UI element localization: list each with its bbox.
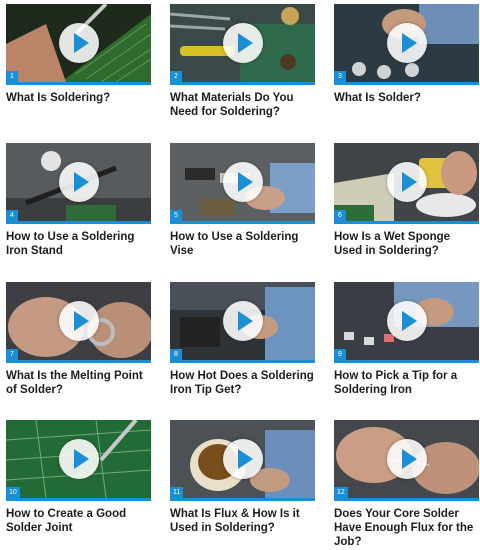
play-icon[interactable] <box>386 439 427 479</box>
video-card-4[interactable]: 4 How to Use a Soldering Iron Stand <box>6 143 151 273</box>
video-row: 1 What Is Soldering? 2 What Materials Do… <box>6 4 479 134</box>
video-number-badge: 12 <box>334 487 348 498</box>
video-number-badge: 1 <box>6 71 18 82</box>
video-card-12[interactable]: 12 Does Your Core Solder Have Enough Flu… <box>334 420 479 550</box>
video-title[interactable]: How Is a Wet Sponge Used in Soldering? <box>334 230 479 258</box>
play-icon[interactable] <box>386 162 427 202</box>
video-title[interactable]: What Is Flux & How Is it Used in Solderi… <box>170 507 315 535</box>
video-thumbnail[interactable]: 8 <box>170 282 315 363</box>
play-icon[interactable] <box>222 439 263 479</box>
video-thumbnail[interactable]: 10 <box>6 420 151 501</box>
video-thumbnail[interactable]: 6 <box>334 143 479 224</box>
video-thumbnail[interactable]: 3 <box>334 4 479 85</box>
video-thumbnail[interactable]: 1 <box>6 4 151 85</box>
video-title[interactable]: What Is Solder? <box>334 91 479 105</box>
video-title[interactable]: What Materials Do You Need for Soldering… <box>170 91 315 119</box>
video-number-badge: 6 <box>334 210 346 221</box>
video-card-2[interactable]: 2 What Materials Do You Need for Solderi… <box>170 4 315 134</box>
video-title[interactable]: What Is the Melting Point of Solder? <box>6 369 151 397</box>
video-number-badge: 10 <box>6 487 20 498</box>
video-card-9[interactable]: 9 How to Pick a Tip for a Soldering Iron <box>334 282 479 412</box>
video-card-5[interactable]: 5 How to Use a Soldering Vise <box>170 143 315 273</box>
video-row: 4 How to Use a Soldering Iron Stand 5 Ho… <box>6 143 479 273</box>
play-icon[interactable] <box>386 301 427 341</box>
play-icon[interactable] <box>58 439 99 479</box>
video-title[interactable]: How to Create a Good Solder Joint <box>6 507 151 535</box>
video-thumbnail[interactable]: 2 <box>170 4 315 85</box>
video-title[interactable]: What Is Soldering? <box>6 91 151 105</box>
play-icon[interactable] <box>386 23 427 63</box>
play-icon[interactable] <box>58 301 99 341</box>
video-card-3[interactable]: 3 What Is Solder? <box>334 4 479 134</box>
video-number-badge: 4 <box>6 210 18 221</box>
video-number-badge: 8 <box>170 349 182 360</box>
video-number-badge: 9 <box>334 349 346 360</box>
video-number-badge: 11 <box>170 487 184 498</box>
play-icon[interactable] <box>222 23 263 63</box>
video-thumbnail[interactable]: 11 <box>170 420 315 501</box>
video-number-badge: 3 <box>334 71 346 82</box>
video-number-badge: 7 <box>6 349 18 360</box>
play-icon[interactable] <box>222 162 263 202</box>
video-card-7[interactable]: 7 What Is the Melting Point of Solder? <box>6 282 151 412</box>
video-card-6[interactable]: 6 How Is a Wet Sponge Used in Soldering? <box>334 143 479 273</box>
video-card-11[interactable]: 11 What Is Flux & How Is it Used in Sold… <box>170 420 315 550</box>
video-row: 10 How to Create a Good Solder Joint 11 … <box>6 420 479 550</box>
play-icon[interactable] <box>58 23 99 63</box>
video-thumbnail[interactable]: 12 <box>334 420 479 501</box>
video-card-1[interactable]: 1 What Is Soldering? <box>6 4 151 134</box>
video-card-10[interactable]: 10 How to Create a Good Solder Joint <box>6 420 151 550</box>
video-card-8[interactable]: 8 How Hot Does a Soldering Iron Tip Get? <box>170 282 315 412</box>
video-thumbnail[interactable]: 5 <box>170 143 315 224</box>
video-title[interactable]: How Hot Does a Soldering Iron Tip Get? <box>170 369 315 397</box>
video-title[interactable]: How to Pick a Tip for a Soldering Iron <box>334 369 479 397</box>
play-icon[interactable] <box>58 162 99 202</box>
video-title[interactable]: Does Your Core Solder Have Enough Flux f… <box>334 507 479 549</box>
video-thumbnail[interactable]: 4 <box>6 143 151 224</box>
play-icon[interactable] <box>222 301 263 341</box>
video-thumbnail[interactable]: 7 <box>6 282 151 363</box>
video-title[interactable]: How to Use a Soldering Iron Stand <box>6 230 151 258</box>
video-row: 7 What Is the Melting Point of Solder? 8… <box>6 282 479 412</box>
video-number-badge: 2 <box>170 71 182 82</box>
video-thumbnail[interactable]: 9 <box>334 282 479 363</box>
video-number-badge: 5 <box>170 210 182 221</box>
video-title[interactable]: How to Use a Soldering Vise <box>170 230 315 258</box>
